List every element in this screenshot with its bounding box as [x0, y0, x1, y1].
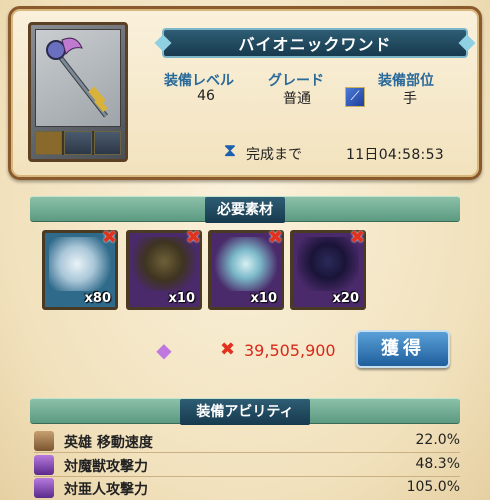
material-slot[interactable]: ✖ x20 [290, 227, 366, 310]
abilities-header-bar: 装備アビリティ [30, 398, 460, 425]
cost-value: 39,505,900 [244, 341, 336, 360]
hourglass-icon: ⧗ [223, 140, 237, 161]
item-name: バイオニックワンド [162, 28, 468, 58]
wand-icon [35, 29, 121, 127]
ability-value: 22.0% [415, 432, 460, 448]
material-slot[interactable]: ✖ x10 [208, 227, 284, 310]
grade-value: 普通 [283, 91, 311, 107]
material-qty: x20 [332, 291, 359, 306]
materials-header-bar: 必要素材 [30, 196, 460, 223]
slot-label: 装備部位 [378, 73, 434, 89]
missing-mark-icon: ✖ [101, 227, 117, 248]
ability-row: 英雄 移動速度 22.0% [34, 430, 460, 452]
divider [34, 452, 460, 453]
empty-socket [64, 131, 92, 155]
ability-row: 対魔獣攻撃力 48.3% [34, 454, 460, 476]
ability-value: 105.0% [406, 479, 460, 495]
acquire-button[interactable]: 獲得 [356, 330, 450, 368]
weapon-slot[interactable] [28, 22, 128, 162]
timer-label: 完成まで [246, 147, 302, 163]
equip-level-value: 46 [197, 88, 215, 104]
empty-socket [35, 131, 63, 155]
materials-header: 必要素材 [205, 197, 285, 223]
grade-label: グレード [268, 73, 324, 89]
ability-name: 対魔獣攻撃力 [64, 459, 148, 475]
ability-name: 英雄 移動速度 [64, 435, 153, 451]
slot-value: 手 [403, 91, 417, 107]
timer-value: 11日04:58:53 [346, 147, 444, 163]
material-slot[interactable]: ✖ x10 [126, 227, 202, 310]
demihuman-icon [34, 478, 54, 498]
abilities-header: 装備アビリティ [180, 399, 310, 425]
missing-mark-icon: ✖ [349, 227, 365, 248]
ability-name: 対亜人攻撃力 [64, 482, 148, 498]
material-qty: x10 [168, 291, 195, 306]
ability-value: 48.3% [415, 456, 460, 472]
hero-helmet-icon [34, 431, 54, 451]
beast-icon [34, 455, 54, 475]
insufficient-mark-icon: ✖ [220, 339, 236, 360]
purple-gem-icon: ◆ [156, 338, 172, 362]
missing-mark-icon: ✖ [185, 227, 201, 248]
missing-mark-icon: ✖ [267, 227, 283, 248]
equipment-detail-panel: バイオニックワンド 装備レベル 46 グレード 普通 装備部位 ⟋ 手 ⧗ 完成… [0, 0, 490, 500]
equip-level-label: 装備レベル [164, 73, 234, 89]
hand-weapon-icon: ⟋ [345, 87, 365, 107]
ability-row: 対亜人攻撃力 105.0% [34, 477, 460, 499]
material-qty: x10 [250, 291, 277, 306]
material-slot[interactable]: ✖ x80 [42, 227, 118, 310]
socket-row [35, 131, 121, 155]
empty-socket [93, 131, 121, 155]
material-qty: x80 [84, 291, 111, 306]
